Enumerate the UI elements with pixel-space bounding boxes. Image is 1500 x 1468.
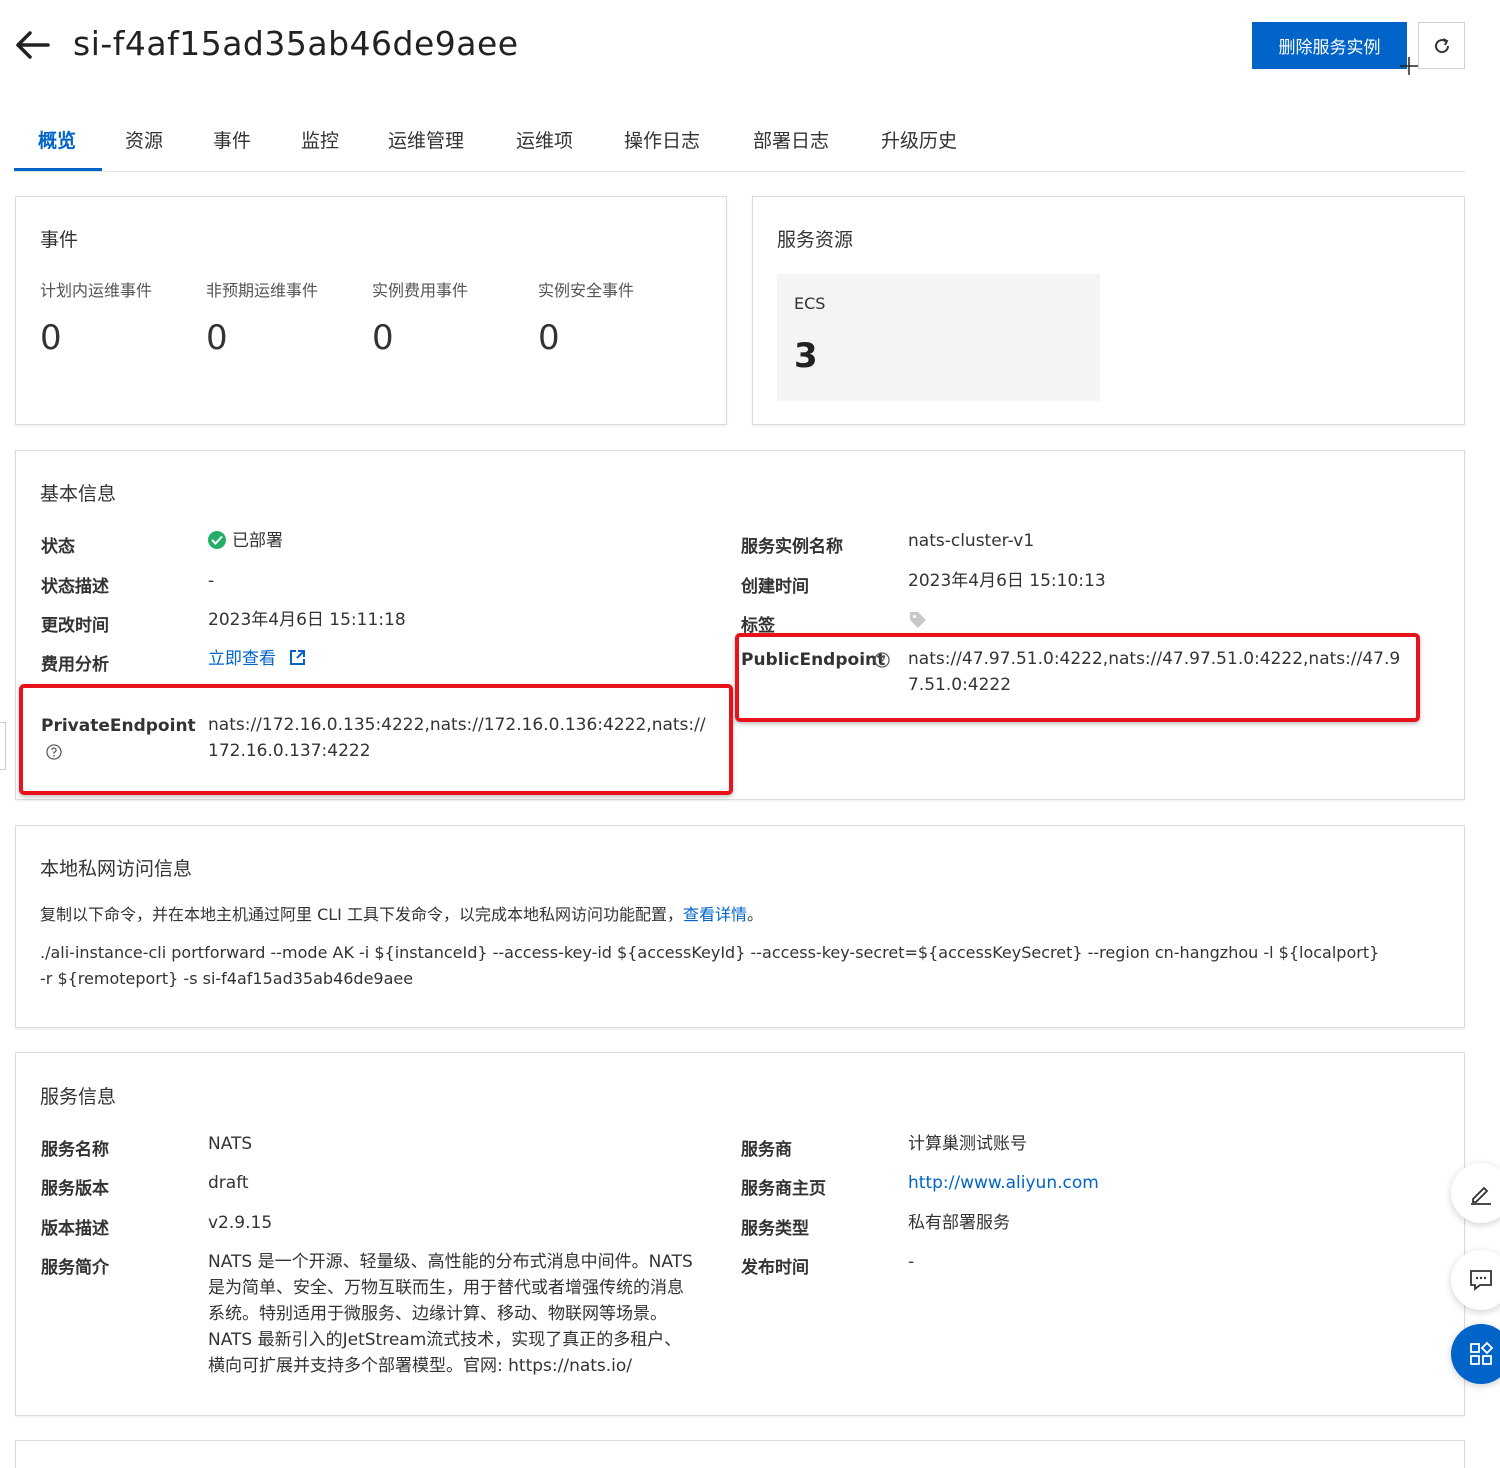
status-key: 状态 [41, 537, 75, 557]
planned-ops-events-count[interactable]: 0 [40, 318, 62, 358]
refresh-button[interactable] [1418, 22, 1465, 69]
check-circle-icon [208, 531, 226, 549]
local-access-title: 本地私网访问信息 [40, 858, 193, 880]
local-access-description: 复制以下命令，并在本地主机通过阿里 CLI 工具下发命令，以完成本地私网访问功能… [40, 902, 763, 928]
service-intro-line: 横向可扩展并支持多个部署模型。官网: https://nats.io/ [208, 1356, 633, 1376]
tab-overview[interactable]: 概览 [38, 108, 76, 171]
service-intro-line: 是为简单、安全、万物互联而生，用于替代或者增强传统的消息 [208, 1278, 684, 1298]
service-intro-value: NATS 是一个开源、轻量级、高性能的分布式消息中间件。NATS 是为简单、安全… [208, 1249, 718, 1379]
service-resources-title: 服务资源 [777, 229, 854, 251]
status-desc-key: 状态描述 [41, 577, 109, 597]
cli-command[interactable]: ./ali-instance-cli portforward --mode AK… [40, 940, 1450, 992]
publish-time-value: - [908, 1252, 915, 1272]
created-time-key: 创建时间 [741, 577, 809, 597]
cli-command-line1: ./ali-instance-cli portforward --mode AK… [40, 943, 1380, 962]
tab-ops-management[interactable]: 运维管理 [388, 108, 464, 171]
version-desc-value: v2.9.15 [208, 1213, 273, 1233]
unplanned-ops-events-count[interactable]: 0 [206, 318, 228, 358]
modified-time-key: 更改时间 [41, 616, 109, 636]
service-intro-line: NATS 最新引入的JetStream流式技术，实现了真正的多租户、 [208, 1330, 682, 1350]
tab-events[interactable]: 事件 [213, 108, 251, 171]
billing-events-count[interactable]: 0 [372, 318, 394, 358]
security-events-label: 实例安全事件 [538, 281, 635, 300]
local-access-desc-text: 复制以下命令，并在本地主机通过阿里 CLI 工具下发命令，以完成本地私网访问功能… [40, 905, 683, 924]
service-type-key: 服务类型 [741, 1219, 809, 1239]
ecs-label: ECS [794, 294, 826, 313]
instance-name-value: nats-cluster-v1 [908, 531, 1035, 551]
service-version-key: 服务版本 [41, 1179, 109, 1199]
edit-icon [1471, 1186, 1491, 1205]
service-intro-line: 系统。特别适用于微服务、边缘计算、移动、物联网等场景。 [208, 1304, 667, 1324]
basic-info-title: 基本信息 [40, 483, 117, 505]
view-details-link[interactable]: 查看详情 [683, 905, 747, 924]
events-title: 事件 [40, 229, 79, 251]
active-tab-indicator [14, 168, 102, 171]
page-title: si-f4af15ad35ab46de9aee [73, 24, 519, 63]
modified-time-value: 2023年4月6日 15:11:18 [208, 610, 406, 630]
public-endpoint-highlight [735, 633, 1420, 722]
cost-analysis-link[interactable]: 立即查看 [208, 646, 306, 672]
status-desc-value: - [208, 571, 215, 591]
service-intro-key: 服务简介 [41, 1258, 109, 1278]
provider-homepage-link[interactable]: http://www.aliyun.com [908, 1170, 1099, 1196]
version-desc-key: 版本描述 [41, 1219, 109, 1239]
delete-instance-button[interactable]: 删除服务实例 [1252, 22, 1407, 69]
local-access-desc-end: 。 [747, 905, 764, 924]
tab-resources[interactable]: 资源 [125, 108, 163, 171]
created-time-value: 2023年4月6日 15:10:13 [908, 571, 1106, 591]
status-text: 已部署 [232, 531, 283, 551]
service-intro-line: NATS 是一个开源、轻量级、高性能的分布式消息中间件。NATS [208, 1252, 693, 1272]
tab-deploy-log[interactable]: 部署日志 [753, 108, 829, 171]
events-card [15, 196, 727, 425]
private-endpoint-highlight [19, 684, 733, 795]
ecs-resource-tile[interactable]: ECS 3 [777, 274, 1100, 401]
publish-time-key: 发布时间 [741, 1258, 809, 1278]
tab-upgrade-history[interactable]: 升级历史 [881, 108, 957, 171]
cost-analysis-link-text[interactable]: 立即查看 [208, 649, 276, 669]
service-name-value: NATS [208, 1134, 253, 1154]
cli-command-line2: -r ${remoteport} -s si-f4af15ad35ab46de9… [40, 969, 414, 988]
status-value: 已部署 [208, 528, 283, 554]
tab-bar: 概览 资源 事件 监控 运维管理 运维项 操作日志 部署日志 升级历史 [14, 108, 1465, 172]
refresh-icon [1434, 37, 1449, 53]
planned-ops-events-label: 计划内运维事件 [40, 281, 153, 300]
ecs-count: 3 [794, 336, 818, 376]
apps-icon [1470, 1341, 1494, 1365]
feedback-icon [1470, 1270, 1492, 1291]
service-info-title: 服务信息 [40, 1086, 117, 1108]
unplanned-ops-events-label: 非预期运维事件 [206, 281, 319, 300]
tag-icon[interactable] [908, 610, 928, 634]
page-header: si-f4af15ad35ab46de9aee 删除服务实例 [0, 0, 1500, 100]
service-name-key: 服务名称 [41, 1140, 109, 1160]
next-card [15, 1440, 1465, 1468]
cost-analysis-key: 费用分析 [41, 655, 109, 675]
service-version-value: draft [208, 1173, 249, 1193]
mouse-cursor-icon [1400, 57, 1418, 75]
tab-operation-log[interactable]: 操作日志 [624, 108, 700, 171]
tab-monitoring[interactable]: 监控 [301, 108, 339, 171]
security-events-count[interactable]: 0 [538, 318, 560, 358]
external-link-icon[interactable] [289, 649, 306, 666]
left-panel-handle[interactable] [0, 722, 6, 770]
service-type-value: 私有部署服务 [908, 1213, 1010, 1233]
provider-homepage-key: 服务商主页 [741, 1179, 826, 1199]
instance-name-key: 服务实例名称 [741, 537, 843, 557]
provider-value: 计算巢测试账号 [908, 1134, 1027, 1154]
tab-ops-items[interactable]: 运维项 [516, 108, 573, 171]
provider-key: 服务商 [741, 1140, 792, 1160]
back-arrow-icon[interactable] [14, 28, 52, 62]
billing-events-label: 实例费用事件 [372, 281, 469, 300]
